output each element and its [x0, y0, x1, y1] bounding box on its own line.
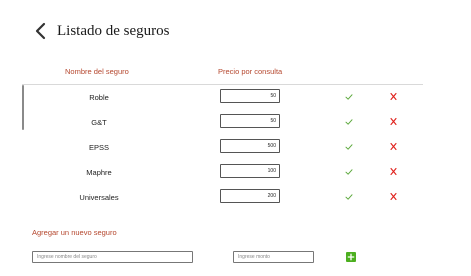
check-icon[interactable]	[345, 118, 353, 126]
insurance-name: Maphre	[86, 168, 112, 177]
price-input[interactable]	[220, 139, 280, 153]
table-row: G&T	[24, 111, 423, 135]
insurance-name: Universales	[79, 193, 119, 202]
insurance-name: EPSS	[88, 143, 109, 152]
amount-input[interactable]	[233, 251, 314, 263]
table-row: Universales	[24, 186, 423, 206]
add-insurance-button[interactable]	[346, 252, 356, 262]
add-insurance-title: Agregar un nuevo seguro	[32, 228, 117, 237]
insurance-name-input[interactable]	[32, 251, 193, 263]
page-title: Listado de seguros	[57, 23, 170, 39]
insurance-name: G&T	[91, 118, 107, 127]
table-row: EPSS	[24, 136, 423, 160]
price-input[interactable]	[220, 164, 280, 178]
close-icon[interactable]	[390, 117, 397, 126]
table-row: Maphre	[24, 161, 423, 185]
check-icon[interactable]	[345, 143, 353, 151]
price-input[interactable]	[220, 114, 280, 128]
check-icon[interactable]	[345, 93, 353, 101]
column-header-price: Precio por consulta	[218, 67, 283, 76]
check-icon[interactable]	[345, 193, 353, 201]
column-header-name: Nombre del seguro	[65, 67, 129, 76]
header-divider	[22, 84, 423, 85]
table-row: Roble	[24, 86, 423, 110]
back-button[interactable]	[33, 22, 49, 40]
check-icon[interactable]	[345, 168, 353, 176]
plus-icon	[347, 253, 355, 261]
close-icon[interactable]	[390, 92, 397, 101]
close-icon[interactable]	[390, 167, 397, 176]
close-icon[interactable]	[390, 192, 397, 201]
insurance-table: Roble G&T EPSS Maphre	[24, 86, 423, 206]
price-input[interactable]	[220, 189, 280, 203]
close-icon[interactable]	[390, 142, 397, 151]
chevron-left-icon	[35, 22, 46, 40]
insurance-name: Roble	[89, 93, 109, 102]
price-input[interactable]	[220, 89, 280, 103]
